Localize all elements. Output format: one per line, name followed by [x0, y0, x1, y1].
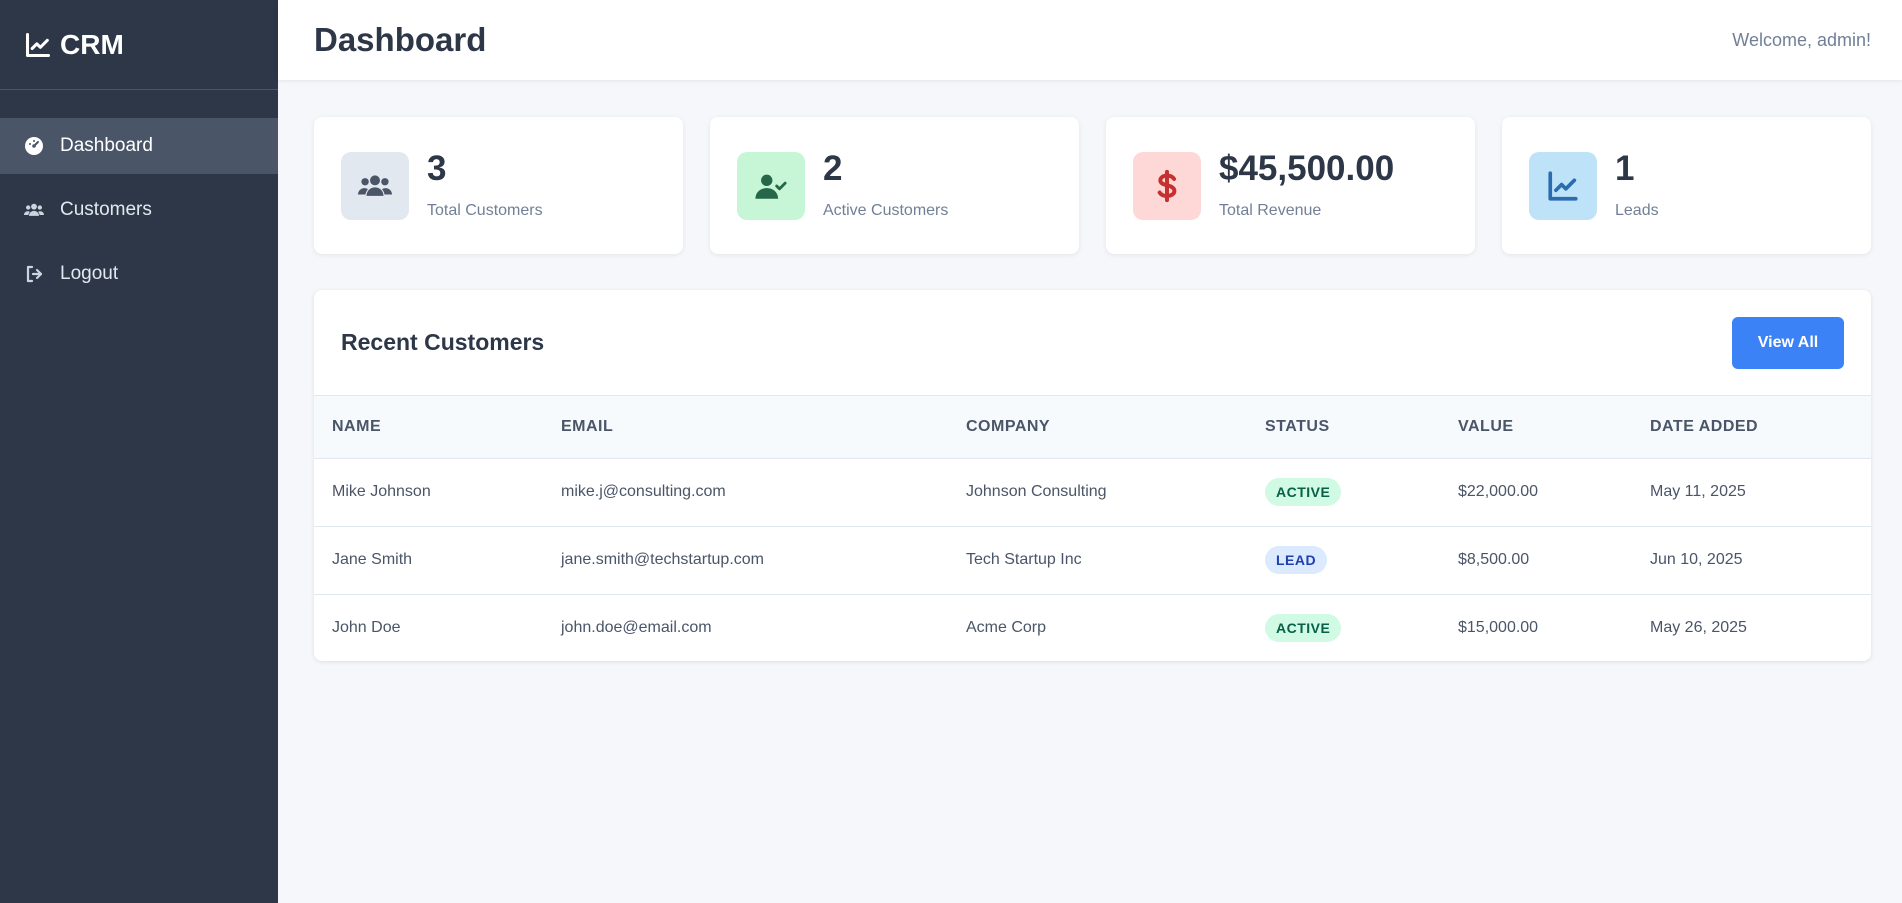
cell-date: May 11, 2025 [1650, 483, 1746, 500]
users-icon [341, 151, 409, 220]
welcome-text: Welcome, admin! [1732, 29, 1871, 50]
cell-value: $15,000.00 [1458, 619, 1539, 637]
column-header-value[interactable]: VALUE [1440, 396, 1632, 458]
column-header-email[interactable]: EMAIL [543, 396, 948, 458]
recent-customers-header: Recent Customers View All [314, 290, 1871, 396]
cell-email: jane.smith@techstartup.com [561, 551, 764, 568]
sidebar-nav: Dashboard Customers Logout [0, 118, 278, 302]
stat-value: 2 [823, 149, 843, 188]
logout-icon [24, 264, 44, 284]
sidebar-item-label: Customers [60, 199, 152, 220]
cell-status: LEAD [1247, 526, 1440, 594]
stat-label: Active Customers [823, 202, 949, 219]
table-row[interactable]: John Doe john.doe@email.com Acme Corp AC… [314, 594, 1871, 661]
dashboard-icon [24, 136, 44, 156]
status-badge: ACTIVE [1265, 614, 1342, 643]
stat-label: Total Customers [427, 202, 543, 219]
view-all-button[interactable]: View All [1732, 316, 1844, 369]
column-header-status[interactable]: STATUS [1247, 396, 1440, 458]
sidebar-item-logout[interactable]: Logout [0, 246, 278, 302]
stat-value: 1 [1615, 149, 1635, 188]
sidebar: CRM Dashboard Customers Logout [0, 0, 278, 903]
sidebar-item-label: Logout [60, 263, 119, 284]
cell-company: Tech Startup Inc [966, 551, 1082, 568]
cell-name: Mike Johnson [332, 483, 431, 500]
stat-card-leads: 1 Leads [1502, 117, 1871, 254]
sidebar-item-label: Dashboard [60, 135, 153, 156]
cell-status: ACTIVE [1247, 594, 1440, 661]
status-badge: LEAD [1265, 546, 1328, 574]
cell-value: $22,000.00 [1458, 483, 1539, 500]
status-badge: ACTIVE [1265, 478, 1342, 506]
cell-status: ACTIVE [1247, 458, 1440, 526]
customers-table: NAME EMAIL COMPANY STATUS VALUE DATE ADD… [314, 396, 1871, 661]
stat-card-total-revenue: $45,500.00 Total Revenue [1106, 117, 1475, 254]
stat-value: $45,500.00 [1219, 149, 1395, 188]
user-check-icon [737, 151, 805, 220]
sidebar-item-dashboard[interactable]: Dashboard [0, 118, 278, 174]
users-icon [24, 200, 44, 220]
stat-card-active-customers: 2 Active Customers [710, 117, 1079, 254]
cell-date: Jun 10, 2025 [1650, 551, 1743, 568]
dollar-icon [1133, 151, 1201, 220]
column-header-company[interactable]: COMPANY [948, 396, 1247, 458]
chart-line-icon [1529, 151, 1597, 220]
cell-company: Acme Corp [966, 619, 1047, 637]
cell-value: $8,500.00 [1458, 551, 1530, 568]
top-header: Dashboard Welcome, admin! [278, 0, 1902, 80]
column-header-name[interactable]: NAME [314, 396, 543, 458]
cell-company: Johnson Consulting [966, 483, 1107, 500]
column-header-date-added[interactable]: DATE ADDED [1632, 396, 1871, 458]
page-title: Dashboard [314, 21, 487, 58]
stat-label: Total Revenue [1219, 202, 1322, 219]
stats-row: 3 Total Customers 2 Active Customers $45… [314, 117, 1871, 254]
table-header-row: NAME EMAIL COMPANY STATUS VALUE DATE ADD… [314, 396, 1871, 458]
table-row[interactable]: Jane Smith jane.smith@techstartup.com Te… [314, 526, 1871, 594]
table-row[interactable]: Mike Johnson mike.j@consulting.com Johns… [314, 458, 1871, 526]
cell-date: May 26, 2025 [1650, 619, 1747, 637]
sidebar-item-customers[interactable]: Customers [0, 182, 278, 238]
recent-customers-title: Recent Customers [341, 329, 545, 355]
chart-line-icon [25, 32, 51, 57]
stat-label: Leads [1615, 202, 1659, 219]
stat-card-total-customers: 3 Total Customers [314, 117, 683, 254]
cell-name: John Doe [332, 619, 401, 637]
brand-name: CRM [60, 28, 124, 60]
recent-customers-card: Recent Customers View All NAME EMAIL COM… [314, 290, 1871, 661]
cell-email: john.doe@email.com [561, 619, 712, 637]
cell-name: Jane Smith [332, 551, 413, 568]
cell-email: mike.j@consulting.com [561, 483, 726, 500]
stat-value: 3 [427, 149, 447, 188]
brand[interactable]: CRM [0, 0, 278, 90]
